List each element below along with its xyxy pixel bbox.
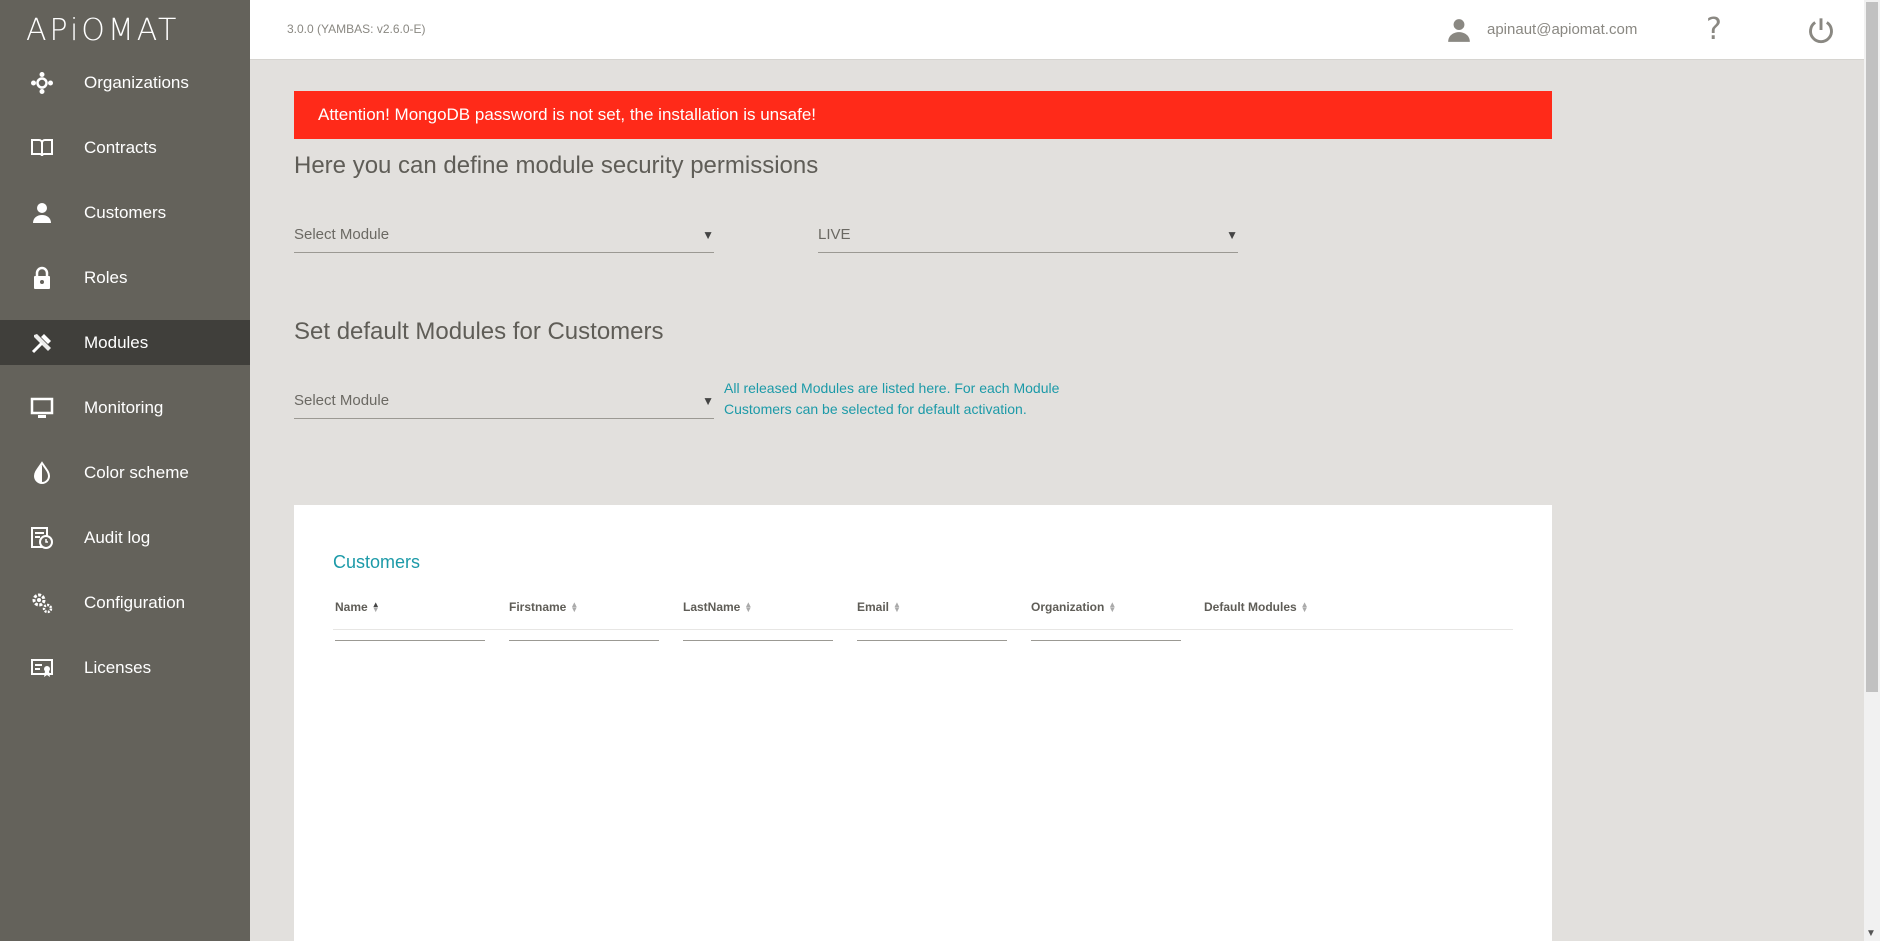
- sidebar-item-modules[interactable]: Modules: [0, 320, 250, 365]
- column-label: Organization: [1031, 600, 1105, 614]
- column-header-lastname[interactable]: LastName ▲ ▼: [683, 600, 752, 614]
- license-icon: [0, 656, 84, 680]
- select-value: Select Module: [294, 392, 390, 409]
- column-header-name[interactable]: Name ▲ ▼: [335, 600, 380, 614]
- sidebar-item-monitoring[interactable]: Monitoring: [0, 375, 250, 440]
- sidebar-item-organizations[interactable]: Organizations: [0, 50, 250, 115]
- sort-icon: ▲ ▼: [570, 600, 579, 614]
- column-label: Email: [857, 600, 890, 614]
- sidebar-item-label: Monitoring: [84, 397, 164, 417]
- person-icon: [0, 201, 84, 225]
- organizations-icon: [0, 71, 84, 95]
- column-label: Name: [335, 600, 368, 614]
- sidebar-item-label: Organizations: [84, 72, 189, 92]
- sort-icon: ▲ ▼: [1300, 600, 1309, 614]
- column-header-default-modules[interactable]: Default Modules ▲ ▼: [1204, 600, 1309, 614]
- filter-input-name[interactable]: [335, 640, 485, 641]
- sidebar-item-label: Licenses: [84, 657, 152, 677]
- user-icon: [1448, 19, 1470, 42]
- customers-table-title: Customers: [333, 552, 421, 572]
- column-label: Firstname: [509, 600, 567, 614]
- sidebar-item-label: Audit log: [84, 527, 151, 547]
- filter-input-email[interactable]: [857, 640, 1007, 641]
- filter-input-lastname[interactable]: [683, 640, 833, 641]
- sidebar: APiOMAT Organizations Contracts Customer…: [0, 0, 250, 941]
- security-permissions-title: Here you can define module security perm…: [294, 152, 819, 179]
- gears-icon: [0, 591, 84, 615]
- column-header-organization[interactable]: Organization ▲ ▼: [1031, 600, 1116, 614]
- drop-icon: [0, 460, 84, 485]
- filter-input-firstname[interactable]: [509, 640, 659, 641]
- sidebar-item-label: Modules: [84, 332, 149, 352]
- column-label: Default Modules: [1204, 600, 1297, 614]
- sidebar-item-configuration[interactable]: Configuration: [0, 570, 250, 635]
- system-select[interactable]: LIVE ▼: [818, 217, 1238, 253]
- sidebar-item-label: Configuration: [84, 592, 186, 612]
- default-module-select[interactable]: Select Module ▼: [294, 383, 714, 419]
- sidebar-item-contracts[interactable]: Contracts: [0, 115, 250, 180]
- lock-icon: [0, 266, 84, 290]
- column-label: LastName: [683, 600, 741, 614]
- tools-icon: [0, 331, 84, 355]
- default-modules-hint: All released Modules are listed here. Fo…: [724, 380, 1060, 417]
- sort-icon: ▲ ▼: [893, 600, 901, 614]
- caret-down-icon: ▼: [702, 393, 714, 408]
- sort-icon: ▲ ▼: [744, 600, 753, 614]
- security-module-select[interactable]: Select Module ▼: [294, 217, 714, 253]
- default-modules-title: Set default Modules for Customers: [294, 318, 664, 345]
- sort-icon: ▲ ▼: [1108, 600, 1117, 614]
- scrollbar-thumb[interactable]: [1866, 2, 1878, 692]
- mongodb-warning-alert: Attention! MongoDB password is not set, …: [294, 91, 1552, 139]
- sidebar-item-label: Roles: [84, 267, 128, 287]
- select-value: LIVE: [818, 226, 851, 243]
- sidebar-item-roles[interactable]: Roles: [0, 245, 250, 310]
- sidebar-item-audit-log[interactable]: Audit log: [0, 505, 250, 570]
- sort-asc-icon: ▲ ▼: [371, 600, 380, 614]
- sidebar-item-label: Customers: [84, 202, 167, 222]
- caret-down-icon: ▼: [702, 227, 714, 242]
- column-header-firstname[interactable]: Firstname ▲ ▼: [509, 600, 578, 614]
- sidebar-item-label: Contracts: [84, 137, 157, 157]
- audit-icon: [0, 526, 84, 550]
- column-header-email[interactable]: Email ▲ ▼: [857, 600, 901, 614]
- version-label: 3.0.0 (YAMBAS: v2.6.0-E): [287, 22, 426, 36]
- monitor-icon: [0, 396, 84, 420]
- sidebar-nav: Organizations Contracts Customers Roles …: [0, 50, 250, 700]
- sidebar-item-label: Color scheme: [84, 462, 189, 482]
- filter-input-organization[interactable]: [1031, 640, 1181, 641]
- sidebar-item-licenses[interactable]: Licenses: [0, 635, 250, 700]
- top-header: 3.0.0 (YAMBAS: v2.6.0-E) apinaut@apiomat…: [250, 0, 1864, 60]
- power-icon[interactable]: [1807, 16, 1835, 44]
- sidebar-item-customers[interactable]: Customers: [0, 180, 250, 245]
- user-email[interactable]: apinaut@apiomat.com: [1487, 21, 1637, 38]
- book-icon: [0, 136, 84, 160]
- scroll-down-arrow-icon[interactable]: ▼: [1866, 928, 1876, 939]
- customers-table-header: Name ▲ ▼ Firstname ▲ ▼ LastName ▲ ▼ Email ▲…: [333, 600, 1513, 630]
- select-value: Select Module: [294, 226, 390, 243]
- caret-down-icon: ▼: [1226, 227, 1238, 242]
- sidebar-item-color-scheme[interactable]: Color scheme: [0, 440, 250, 505]
- help-icon[interactable]: ?: [1706, 12, 1722, 47]
- main-content: Attention! MongoDB password is not set, …: [250, 60, 1864, 941]
- customers-card: Customers Name ▲ ▼ Firstname ▲ ▼ LastName …: [294, 505, 1552, 941]
- page-scrollbar[interactable]: ▼: [1864, 0, 1880, 941]
- logo-text: APiOMAT: [26, 12, 180, 48]
